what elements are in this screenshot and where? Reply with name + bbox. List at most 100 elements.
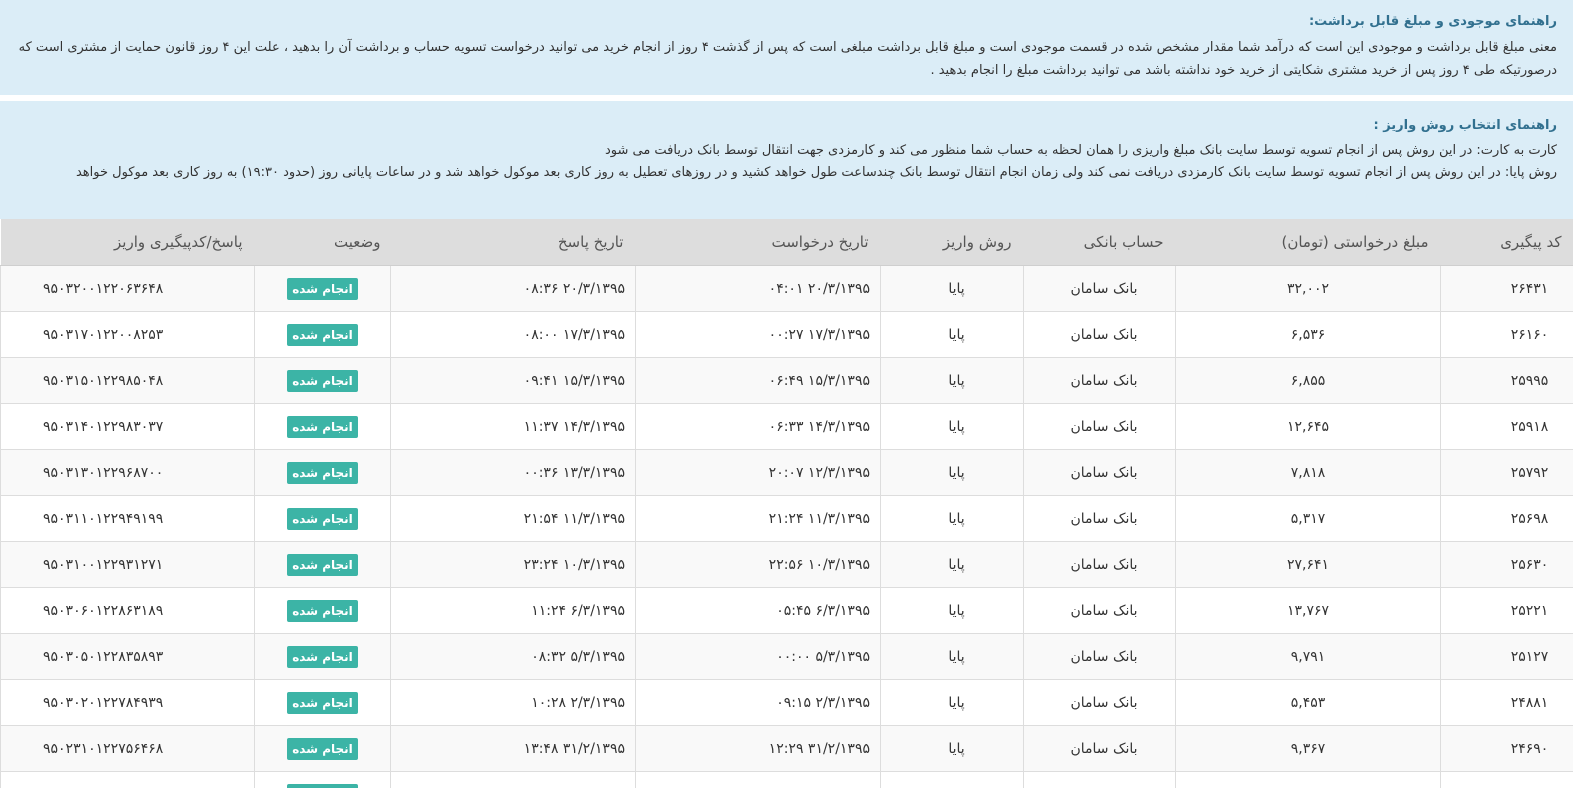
request-time: ۲۲:۵۶: [768, 556, 804, 573]
response-date-cell: ۱۳:۴۸ ۳۱/۲/۱۳۹۵: [390, 725, 636, 772]
status-cell: انجام شده: [254, 449, 391, 496]
deposit-tracking-cell: ۹۵۰۳۰۶۰۱۲۲۸۶۳۱۸۹: [0, 587, 255, 634]
request-time: ۱۲:۲۹: [768, 740, 804, 757]
deposit-tracking-cell: ۹۵۰۳۰۲۰۱۲۲۷۸۴۹۳۹: [0, 679, 255, 726]
table-row[interactable]: ۲۴۸۸۱ ۵,۴۵۳ بانک سامان پایا ۰۹:۱۵ ۲/۳/۱۳۹۵ ۱۰…: [0, 679, 1573, 726]
tracking-code-text: ۲۵۲۲۱: [1510, 602, 1549, 619]
deposit-tracking-text: ۹۵۰۳۱۵۰۱۲۲۹۸۵۰۴۸: [43, 372, 164, 389]
bank-account-text: بانک سامان: [1070, 464, 1138, 481]
deposit-tracking-cell: ۹۵۰۳۰۵۰۱۲۲۸۳۵۸۹۳: [0, 633, 255, 680]
header-amount[interactable]: مبلغ درخواستی (تومان): [1175, 219, 1441, 266]
response-date: ۱۰/۳/۱۳۹۵: [562, 556, 625, 573]
tracking-code-text: ۲۶۴۳۱: [1510, 280, 1549, 297]
method-guide-paya-line: روش پایا: در این روش پس از انجام تسویه ت…: [75, 165, 1557, 180]
request-date: ۱۵/۳/۱۳۹۵: [807, 372, 870, 389]
request-date-cell: ۲۲:۵۹ ۲۸/۲/۱۳۹۵: [635, 771, 881, 788]
method-text: پایا: [948, 372, 965, 389]
response-date: ۶/۳/۱۳۹۵: [570, 602, 625, 619]
deposit-tracking-cell: ۹۵۰۳۲۰۰۱۲۲۰۶۳۶۴۸: [0, 265, 255, 312]
deposit-tracking-text: ۹۵۰۳۱۴۰۱۲۲۹۸۳۰۳۷: [43, 418, 164, 435]
bank-account-cell: بانک سامان: [1023, 725, 1176, 772]
table-row[interactable]: ۲۵۹۹۵ ۶,۸۵۵ بانک سامان پایا ۰۶:۴۹ ۱۵/۳/۱۳۹۵ ۰…: [0, 357, 1573, 404]
tracking-code: ۲۵۹۱۸: [1440, 403, 1573, 450]
header-status[interactable]: وضعیت: [254, 219, 391, 266]
header-bank[interactable]: حساب بانکی: [1023, 219, 1176, 266]
request-date: ۳۱/۲/۱۳۹۵: [807, 740, 870, 757]
request-date-cell: ۰۰:۰۰ ۵/۳/۱۳۹۵: [635, 633, 881, 680]
table-row[interactable]: ۲۶۴۳۱ ۳۲,۰۰۲ بانک سامان پایا ۰۴:۰۱ ۲۰/۳/۱۳۹۵…: [0, 265, 1573, 312]
request-date: ۶/۳/۱۳۹۵: [815, 602, 870, 619]
bank-account-cell: بانک سامان: [1023, 633, 1176, 680]
header-method[interactable]: روش واریز: [880, 219, 1024, 266]
response-date: ۳۱/۲/۱۳۹۵: [562, 740, 625, 757]
response-date-cell: ۱۱:۳۷ ۱۴/۳/۱۳۹۵: [390, 403, 636, 450]
request-time: ۲۱:۲۴: [768, 510, 804, 527]
response-date-cell: ۲۳:۰۷ ۲۸/۲/۱۳۹۵: [390, 771, 636, 788]
table-row[interactable]: ۲۴۶۹۰ ۹,۳۶۷ بانک سامان پایا ۱۲:۲۹ ۳۱/۲/۱۳۹۵ ۱…: [0, 725, 1573, 772]
request-time: ۰۵:۴۵: [776, 602, 811, 619]
method-cell: پایا: [880, 541, 1024, 588]
payout-page: راهنمای موجودی و مبلغ قابل برداشت: معنی …: [0, 0, 1573, 788]
tracking-code-text: ۲۵۹۱۸: [1510, 418, 1549, 435]
method-cell: پایا: [880, 449, 1024, 496]
amount-text: ۲۷,۶۴۱: [1286, 556, 1330, 573]
table-row[interactable]: ۲۵۶۳۰ ۲۷,۶۴۱ بانک سامان پایا ۲۲:۵۶ ۱۰/۳/۱۳۹۵…: [0, 541, 1573, 588]
status-badge: انجام شده: [287, 737, 358, 760]
bank-account-text: بانک سامان: [1070, 556, 1138, 573]
request-date-cell: ۰۶:۴۹ ۱۵/۳/۱۳۹۵: [635, 357, 881, 404]
bank-account-cell: بانک سامان: [1023, 265, 1176, 312]
response-date-cell: ۰۸:۳۶ ۲۰/۳/۱۳۹۵: [390, 265, 636, 312]
response-date: ۵/۳/۱۳۹۵: [570, 648, 625, 665]
header-request-date[interactable]: تاریخ درخواست: [635, 219, 881, 266]
status-badge: انجام شده: [287, 691, 358, 714]
amount-text: ۱۳,۷۶۷: [1286, 602, 1330, 619]
amount-text: ۳۲,۰۰۲: [1286, 280, 1330, 297]
bank-account-text: بانک سامان: [1070, 326, 1138, 343]
tracking-code-text: ۲۶۱۶۰: [1510, 326, 1549, 343]
table-row[interactable]: ۲۴۴۳۹۵,۸۴۶بانک سامانپایا۲۲:۵۹ ۲۸/۲/۱۳۹۵۲…: [0, 771, 1573, 788]
table-row[interactable]: ۲۵۶۹۸ ۵,۳۱۷ بانک سامان پایا ۲۱:۲۴ ۱۱/۳/۱۳۹۵ ۲…: [0, 495, 1573, 542]
table-row[interactable]: ۲۵۲۲۱ ۱۳,۷۶۷ بانک سامان پایا ۰۵:۴۵ ۶/۳/۱۳۹۵ ۱…: [0, 587, 1573, 634]
amount-text: ۷,۸۱۸: [1290, 464, 1326, 481]
bank-account-text: بانک سامان: [1070, 740, 1138, 757]
deposit-tracking-cell: ۹۵۰۲۳۱۰۱۲۲۷۵۶۴۶۸: [0, 725, 255, 772]
response-time: ۰۰:۳۶: [523, 464, 559, 481]
table-body: ۲۶۴۳۱ ۳۲,۰۰۲ بانک سامان پایا ۰۴:۰۱ ۲۰/۳/۱۳۹۵…: [0, 265, 1573, 788]
request-date-cell: ۰۹:۱۵ ۲/۳/۱۳۹۵: [635, 679, 881, 726]
withdraw-guide-body: معنی مبلغ قابل برداشت و موجودی این است ک…: [18, 40, 1557, 78]
request-time: ۰۴:۰۱: [768, 280, 804, 297]
status-cell: انجام شده: [254, 771, 391, 788]
table-row[interactable]: ۲۵۷۹۲ ۷,۸۱۸ بانک سامان پایا ۲۰:۰۷ ۱۲/۳/۱۳۹۵ ۰…: [0, 449, 1573, 496]
status-badge: انجام شده: [287, 783, 358, 788]
response-time: ۰۹:۴۱: [523, 372, 559, 389]
tracking-code-text: ۲۵۷۹۲: [1510, 464, 1549, 481]
status-badge: انجام شده: [287, 369, 358, 392]
table-row[interactable]: ۲۵۱۲۷ ۹,۷۹۱ بانک سامان پایا ۰۰:۰۰ ۵/۳/۱۳۹۵ ۰۸…: [0, 633, 1573, 680]
header-tracking[interactable]: پاسخ/کدپیگیری واریز: [0, 219, 255, 266]
header-code[interactable]: کد پیگیری: [1440, 219, 1573, 266]
status-badge: انجام شده: [287, 323, 358, 346]
request-date: ۱۱/۳/۱۳۹۵: [807, 510, 870, 527]
table-header-row: کد پیگیری مبلغ درخواستی (تومان) حساب بان…: [0, 219, 1573, 266]
amount-cell: ۵,۴۵۳: [1175, 679, 1441, 726]
bank-account-text: بانک سامان: [1070, 372, 1138, 389]
tracking-code: ۲۴۶۹۰: [1440, 725, 1573, 772]
request-time: ۰۶:۴۹: [768, 372, 804, 389]
method-guide-title: راهنمای انتخاب روش واریز :: [1373, 118, 1557, 133]
bank-account-cell: بانک سامان: [1023, 495, 1176, 542]
status-cell: انجام شده: [254, 357, 391, 404]
header-response-date[interactable]: تاریخ پاسخ: [390, 219, 636, 266]
method-cell: پایا: [880, 633, 1024, 680]
table-row[interactable]: ۲۵۹۱۸ ۱۲,۶۴۵ بانک سامان پایا ۰۶:۳۳ ۱۴/۳/۱۳۹۵…: [0, 403, 1573, 450]
method-text: پایا: [948, 740, 965, 757]
request-date-cell: ۰۶:۳۳ ۱۴/۳/۱۳۹۵: [635, 403, 881, 450]
method-cell: پایا: [880, 357, 1024, 404]
table-row[interactable]: ۲۶۱۶۰ ۶,۵۳۶ بانک سامان پایا ۰۰:۲۷ ۱۷/۳/۱۳۹۵ ۰…: [0, 311, 1573, 358]
method-text: پایا: [948, 510, 965, 527]
tracking-code-text: ۲۵۶۹۸: [1510, 510, 1549, 527]
deposit-tracking-cell: ۹۵۰۳۱۵۰۱۲۲۹۸۵۰۴۸: [0, 357, 255, 404]
bank-account-text: بانک سامان: [1070, 280, 1138, 297]
response-time: ۱۱:۲۴: [531, 602, 566, 619]
response-time: ۰۸:۰۰: [523, 326, 559, 343]
response-date: ۱۵/۳/۱۳۹۵: [562, 372, 625, 389]
